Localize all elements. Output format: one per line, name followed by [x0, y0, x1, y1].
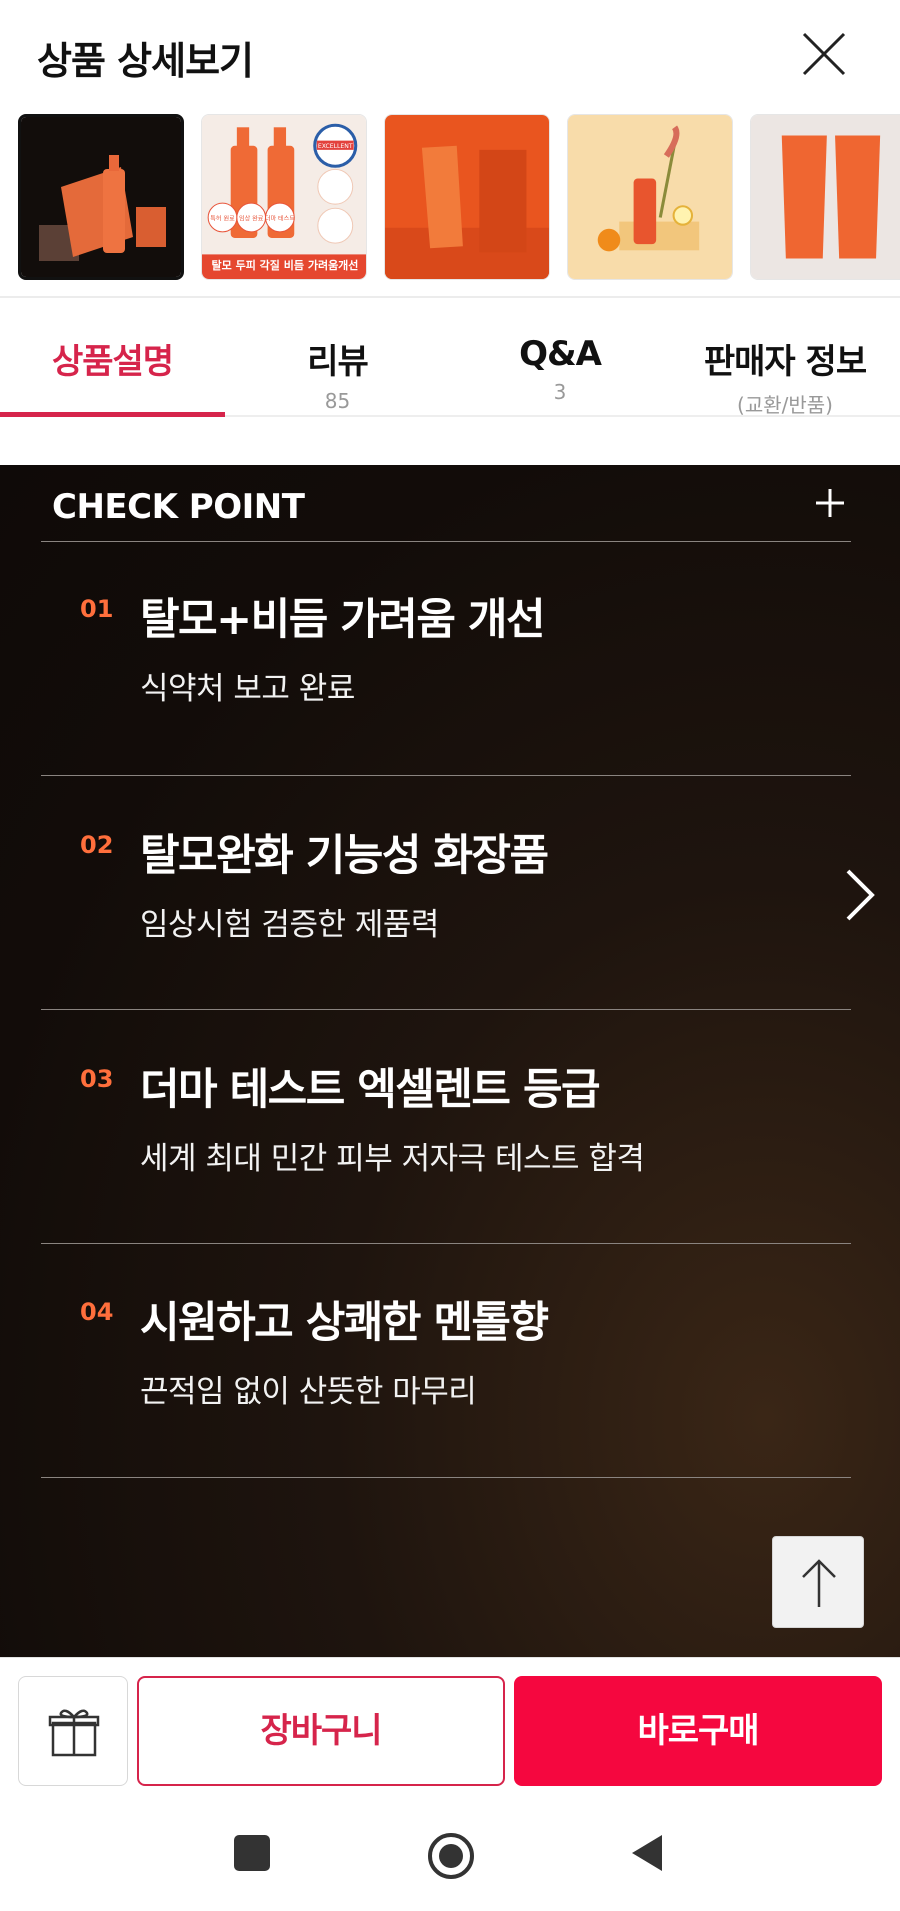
item-description: 세계 최대 민간 피부 저자극 테스트 합격 [140, 1141, 645, 1177]
bottom-action-bar: 장바구니 바로구매 [0, 1657, 900, 1797]
home-circle-icon [428, 1833, 474, 1879]
tab-sub-label: (교환/반품) [737, 393, 833, 417]
close-icon[interactable] [798, 28, 850, 80]
gift-icon [48, 1709, 100, 1757]
product-thumbnail-3[interactable] [384, 114, 550, 280]
product-thumbnail-4[interactable] [567, 114, 733, 280]
tab-seller-info[interactable]: 판매자 정보 (교환/반품) [670, 298, 900, 418]
tab-reviews[interactable]: 리뷰 85 [225, 298, 450, 418]
product-thumbnail-1[interactable] [18, 114, 184, 280]
item-number: 02 [80, 831, 114, 859]
item-number: 04 [80, 1298, 114, 1326]
add-to-cart-button[interactable]: 장바구니 [137, 1676, 505, 1786]
header: 상품 상세보기 [0, 0, 900, 110]
item-number: 01 [80, 595, 114, 623]
tab-label: 리뷰 [307, 342, 369, 382]
tab-label: Q&A [519, 334, 602, 374]
item-divider [41, 775, 851, 776]
item-heading: 탈모완화 기능성 화장품 [140, 831, 549, 881]
item-description: 임상시험 검증한 제품력 [140, 907, 439, 943]
buy-now-button[interactable]: 바로구매 [514, 1676, 882, 1786]
section-divider [41, 541, 851, 542]
product-thumbnail-5[interactable] [750, 114, 900, 280]
item-heading: 더마 테스트 엑셀렌트 등급 [140, 1065, 601, 1115]
badge-text: 특허 원료 [210, 215, 235, 223]
tab-product-description[interactable]: 상품설명 [0, 298, 225, 418]
thumbnail-caption: 탈모 두피 각질 비듬 가려움개선 [211, 259, 359, 272]
item-heading: 시원하고 상쾌한 멘톨향 [140, 1298, 549, 1348]
back-triangle-icon [632, 1835, 662, 1871]
badge-text: 임상 완료 [239, 215, 264, 223]
square-icon [234, 1835, 270, 1871]
check-point-section: CHECK POINT 01 탈모+비듬 가려움 개선 식약처 보고 완료 02… [0, 465, 900, 1657]
system-navigation-bar [0, 1797, 900, 1911]
thumbnail-strip: EXCELLENT 특허 원료 임상 완료 더마 테스트 탈모 두피 각질 비듬 가… [0, 114, 900, 284]
badge-text: 더마 테스트 [265, 215, 295, 223]
item-description: 식약처 보고 완료 [140, 671, 355, 707]
item-number: 03 [80, 1065, 114, 1093]
item-heading: 탈모+비듬 가려움 개선 [140, 595, 546, 645]
home-button[interactable] [388, 1797, 508, 1911]
seal-text: EXCELLENT [318, 143, 353, 150]
item-divider [41, 1477, 851, 1478]
item-divider [41, 1243, 851, 1244]
back-button[interactable] [588, 1797, 708, 1911]
chevron-right-icon[interactable] [842, 865, 878, 925]
product-thumbnail-2[interactable]: EXCELLENT 특허 원료 임상 완료 더마 테스트 탈모 두피 각질 비듬 가… [201, 114, 367, 280]
tab-qna[interactable]: Q&A 3 [450, 298, 670, 418]
tab-label: 판매자 정보 [703, 342, 867, 382]
recent-apps-button[interactable] [192, 1797, 312, 1911]
gift-button[interactable] [18, 1676, 128, 1786]
product-tabs: 상품설명 리뷰 85 Q&A 3 판매자 정보 (교환/반품) [0, 298, 900, 418]
active-tab-indicator [0, 412, 225, 417]
plus-icon[interactable] [810, 483, 850, 523]
page-title: 상품 상세보기 [37, 39, 254, 83]
tab-count: 3 [553, 380, 567, 404]
item-divider [41, 1009, 851, 1010]
check-point-title: CHECK POINT [52, 487, 305, 527]
tab-label: 상품설명 [51, 342, 174, 382]
item-description: 끈적임 없이 산뜻한 마무리 [140, 1374, 477, 1410]
tab-count: 85 [324, 389, 351, 413]
scroll-to-top-button[interactable] [772, 1536, 864, 1628]
arrow-up-icon [802, 1559, 836, 1607]
